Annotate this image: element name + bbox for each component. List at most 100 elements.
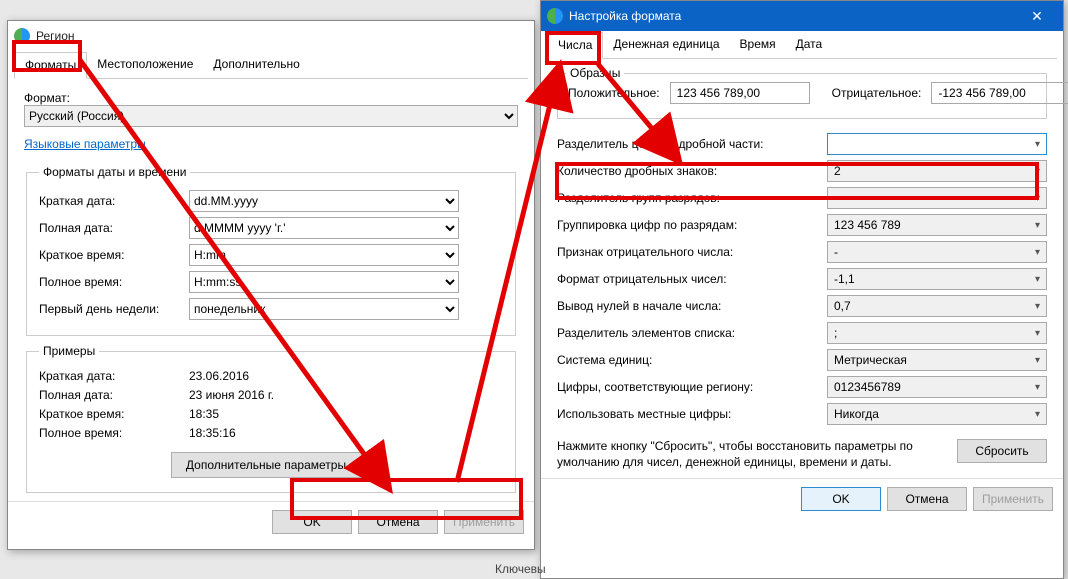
ex-row-label: Краткое время:	[39, 407, 189, 421]
dt-row-select[interactable]: H:mm:ss	[189, 271, 459, 293]
reset-button[interactable]: Сбросить	[957, 439, 1047, 463]
examples-legend: Примеры	[39, 344, 99, 358]
language-params-link[interactable]: Языковые параметры	[24, 137, 146, 151]
setting-label: Использовать местные цифры:	[557, 407, 827, 421]
bg-text: Ключевы	[495, 562, 546, 576]
setting-label: Цифры, соответствующие региону:	[557, 380, 827, 394]
dt-row-select[interactable]: H:mm	[189, 244, 459, 266]
additional-params-button[interactable]: Дополнительные параметры...	[171, 452, 371, 478]
datetime-group: Форматы даты и времени Краткая дата:dd.M…	[26, 165, 516, 336]
region-title: Регион	[36, 29, 75, 43]
cancel-button[interactable]: Отмена	[358, 510, 438, 534]
format-settings-dialog: Настройка формата ✕ Числа Денежная едини…	[540, 0, 1064, 579]
setting-label: Формат отрицательных чисел:	[557, 272, 827, 286]
tab-numbers[interactable]: Числа	[547, 32, 603, 59]
setting-select[interactable]: ;▾	[827, 322, 1047, 344]
setting-label: Количество дробных знаков:	[557, 164, 827, 178]
setting-value: -	[834, 245, 838, 259]
chevron-down-icon: ▾	[1035, 220, 1040, 231]
apply-button[interactable]: Применить	[444, 510, 524, 534]
chevron-down-icon: ▾	[1035, 274, 1040, 285]
setting-select[interactable]: 0123456789 ▾	[827, 376, 1047, 398]
setting-value: ;	[834, 326, 837, 340]
examples-group: Примеры Краткая дата:23.06.2016Полная да…	[26, 344, 516, 493]
setting-value: 2	[834, 164, 841, 178]
setting-value: -1,1	[834, 272, 855, 286]
format-titlebar: Настройка формата ✕	[541, 1, 1063, 31]
region-buttons: OK Отмена Применить	[8, 501, 534, 542]
setting-select[interactable]: 2▾	[827, 160, 1047, 182]
dt-row-label: Полная дата:	[39, 221, 189, 235]
negative-label: Отрицательное:	[832, 86, 922, 100]
cancel-button[interactable]: Отмена	[887, 487, 967, 511]
setting-label: Разделитель элементов списка:	[557, 326, 827, 340]
region-icon	[14, 28, 30, 44]
dt-row-label: Краткая дата:	[39, 194, 189, 208]
ex-row-label: Полное время:	[39, 426, 189, 440]
chevron-down-icon: ▾	[1035, 193, 1040, 204]
chevron-down-icon: ▾	[1035, 355, 1040, 366]
format-tabs: Числа Денежная единица Время Дата	[547, 31, 1057, 59]
setting-select[interactable]: ▾	[827, 133, 1047, 155]
ex-row-value: 23 июня 2016 г.	[189, 388, 274, 402]
ex-row-value: 18:35	[189, 407, 219, 421]
ex-row-value: 23.06.2016	[189, 369, 249, 383]
region-dialog: Регион Форматы Местоположение Дополнител…	[7, 20, 535, 550]
dt-row-label: Полное время:	[39, 275, 189, 289]
setting-label: Вывод нулей в начале числа:	[557, 299, 827, 313]
samples-group: Образцы Положительное: 123 456 789,00 От…	[557, 73, 1047, 119]
tab-currency[interactable]: Денежная единица	[603, 32, 729, 59]
chevron-down-icon: ▾	[1035, 382, 1040, 393]
setting-label: Система единиц:	[557, 353, 827, 367]
setting-select[interactable]: -1,1 ▾	[827, 268, 1047, 290]
ex-row-value: 18:35:16	[189, 426, 236, 440]
ok-button[interactable]: OK	[272, 510, 352, 534]
setting-value: 0,7	[834, 299, 851, 313]
tab-advanced[interactable]: Дополнительно	[203, 52, 309, 79]
positive-label: Положительное:	[568, 86, 660, 100]
tab-date[interactable]: Дата	[786, 32, 833, 59]
setting-value: 123 456 789	[834, 218, 901, 232]
chevron-down-icon: ▾	[1035, 247, 1040, 258]
apply-button[interactable]: Применить	[973, 487, 1053, 511]
setting-select[interactable]: 123 456 789 ▾	[827, 214, 1047, 236]
setting-label: Разделитель целой и дробной части:	[557, 137, 827, 151]
setting-value: 0123456789	[834, 380, 901, 394]
setting-select[interactable]: Никогда▾	[827, 403, 1047, 425]
setting-select[interactable]: Метрическая ▾	[827, 349, 1047, 371]
setting-label: Группировка цифр по разрядам:	[557, 218, 827, 232]
setting-label: Разделитель групп разрядов:	[557, 191, 827, 205]
close-icon[interactable]: ✕	[1017, 1, 1057, 31]
ok-button[interactable]: OK	[801, 487, 881, 511]
ex-row-label: Краткая дата:	[39, 369, 189, 383]
reset-text: Нажмите кнопку "Сбросить", чтобы восстан…	[557, 439, 945, 470]
datetime-legend: Форматы даты и времени	[39, 165, 190, 179]
negative-value: -123 456 789,00	[931, 82, 1068, 104]
ex-row-label: Полная дата:	[39, 388, 189, 402]
positive-value: 123 456 789,00	[670, 82, 810, 104]
dt-row-label: Первый день недели:	[39, 302, 189, 316]
region-tabs: Форматы Местоположение Дополнительно	[14, 51, 528, 79]
format-select[interactable]: Русский (Россия)	[24, 105, 518, 127]
region-titlebar: Регион	[8, 21, 534, 51]
chevron-down-icon: ▾	[1035, 166, 1040, 177]
samples-legend: Образцы	[566, 66, 624, 80]
setting-select[interactable]: 0,7▾	[827, 295, 1047, 317]
format-label: Формат:	[24, 91, 518, 105]
dt-row-select[interactable]: понедельник	[189, 298, 459, 320]
format-icon	[547, 8, 563, 24]
dt-row-select[interactable]: d MMMM yyyy 'г.'	[189, 217, 459, 239]
setting-select[interactable]: ▾	[827, 187, 1047, 209]
format-buttons: OK Отмена Применить	[541, 478, 1063, 519]
tab-location[interactable]: Местоположение	[87, 52, 203, 79]
tab-time[interactable]: Время	[730, 32, 786, 59]
chevron-down-icon: ▾	[1035, 139, 1040, 150]
format-title: Настройка формата	[569, 9, 681, 23]
setting-value: Метрическая	[834, 353, 907, 367]
dt-row-label: Краткое время:	[39, 248, 189, 262]
setting-label: Признак отрицательного числа:	[557, 245, 827, 259]
setting-select[interactable]: -▾	[827, 241, 1047, 263]
dt-row-select[interactable]: dd.MM.yyyy	[189, 190, 459, 212]
tab-formats[interactable]: Форматы	[14, 52, 87, 79]
chevron-down-icon: ▾	[1035, 409, 1040, 420]
